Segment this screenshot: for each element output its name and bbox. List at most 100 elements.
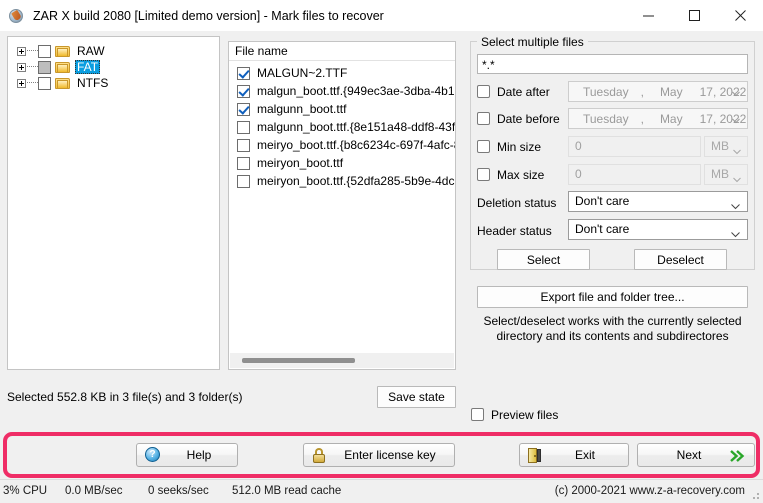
tree-item-label: NTFS — [77, 76, 109, 90]
expand-icon[interactable] — [17, 78, 26, 88]
chevron-down-icon[interactable] — [733, 171, 741, 183]
exit-button-label: Exit — [574, 448, 595, 462]
preview-files-checkbox[interactable] — [471, 408, 484, 421]
tree-item-raw[interactable]: RAW — [8, 43, 219, 59]
double-chevron-right-icon — [730, 449, 745, 463]
copyright-status: (c) 2000-2021 www.z-a-recovery.com — [554, 485, 745, 497]
enter-license-key-button[interactable]: Enter license key — [303, 443, 455, 467]
list-item[interactable]: malgunn_boot.ttf — [229, 100, 455, 118]
next-button[interactable]: Next — [637, 443, 755, 467]
tree-checkbox[interactable] — [38, 76, 51, 90]
application-window: ZAR X build 2080 [Limited demo version] … — [0, 0, 763, 503]
folder-tree: RAW FAT NTFS — [8, 37, 219, 91]
preview-files-row: Preview files — [471, 404, 558, 425]
date-after-checkbox[interactable] — [477, 85, 490, 98]
max-size-checkbox[interactable] — [477, 168, 490, 181]
scrollbar-thumb[interactable] — [242, 358, 355, 363]
status-separator — [0, 479, 763, 480]
file-name-label: meiryon_boot.ttf.{52dfa285-5b9e-4dc9-929 — [257, 174, 455, 188]
tree-item-label: RAW — [77, 44, 105, 58]
select-button[interactable]: Select — [497, 249, 590, 270]
max-size-input[interactable]: 0 — [568, 164, 701, 185]
file-list-horizontal-scrollbar[interactable] — [230, 353, 454, 368]
deletion-status-label: Deletion status — [477, 195, 557, 210]
date-after-comma: , — [640, 84, 644, 99]
save-state-button[interactable]: Save state — [377, 386, 456, 408]
file-name-label: meiryon_boot.ttf — [257, 156, 344, 170]
file-checkbox[interactable] — [237, 138, 250, 152]
date-after-month: May — [659, 84, 683, 99]
folder-tree-panel[interactable]: RAW FAT NTFS — [7, 36, 220, 370]
close-button[interactable] — [717, 0, 763, 31]
chevron-down-icon[interactable] — [732, 114, 740, 124]
min-size-input[interactable]: 0 — [568, 136, 701, 157]
tree-item-fat[interactable]: FAT — [8, 59, 219, 75]
deletion-status-row: Deletion status — [477, 192, 556, 213]
header-status-select[interactable]: Don't care — [568, 219, 748, 240]
expand-icon[interactable] — [17, 62, 26, 72]
chevron-down-icon[interactable] — [731, 226, 740, 238]
note-line-1: Select/deselect works with the currently… — [483, 314, 742, 328]
file-mask-input[interactable]: *.* — [477, 54, 748, 74]
header-status-row: Header status — [477, 220, 552, 241]
file-name-label: malgun_boot.ttf.{949ec3ae-3dba-4b16-b42 — [257, 84, 455, 98]
tree-checkbox[interactable] — [38, 60, 51, 74]
expand-icon[interactable] — [17, 46, 26, 56]
date-after-picker[interactable]: Tuesday , May 17, 2022 — [568, 81, 748, 102]
date-before-picker[interactable]: Tuesday , May 17, 2022 — [568, 108, 748, 129]
list-item[interactable]: meiryo_boot.ttf.{b8c6234c-697f-4afc-8ccd — [229, 136, 455, 154]
maximize-button[interactable] — [671, 0, 717, 31]
list-item[interactable]: MALGUN~2.TTF — [229, 64, 455, 82]
minimize-button[interactable] — [625, 0, 671, 31]
file-list-panel[interactable]: File name MALGUN~2.TTF malgun_boot.ttf.{… — [228, 41, 456, 370]
max-size-row: Max size — [477, 164, 544, 185]
chevron-down-icon[interactable] — [732, 87, 740, 97]
list-item[interactable]: malgunn_boot.ttf.{8e151a48-ddf8-43fd-b7e — [229, 118, 455, 136]
file-checkbox[interactable] — [237, 66, 250, 80]
file-name-label: meiryo_boot.ttf.{b8c6234c-697f-4afc-8ccd — [257, 138, 455, 152]
date-after-row: Date after — [477, 81, 550, 102]
tree-connector — [27, 66, 38, 68]
deselect-button[interactable]: Deselect — [634, 249, 727, 270]
folder-icon — [55, 45, 71, 58]
list-item[interactable]: meiryon_boot.ttf — [229, 154, 455, 172]
min-size-row: Min size — [477, 136, 541, 157]
tree-item-ntfs[interactable]: NTFS — [8, 75, 219, 91]
date-before-checkbox[interactable] — [477, 112, 490, 125]
select-multiple-files-title: Select multiple files — [477, 35, 588, 49]
deletion-status-select[interactable]: Don't care — [568, 191, 748, 212]
export-tree-button[interactable]: Export file and folder tree... — [477, 286, 748, 308]
selection-status-text: Selected 552.8 KB in 3 file(s) and 3 fol… — [7, 390, 243, 404]
file-checkbox[interactable] — [237, 120, 250, 134]
file-checkbox[interactable] — [237, 102, 250, 116]
folder-icon — [55, 61, 71, 74]
list-item[interactable]: meiryon_boot.ttf.{52dfa285-5b9e-4dc9-929 — [229, 172, 455, 190]
max-size-unit-select[interactable]: MB — [704, 164, 748, 185]
resize-grip[interactable] — [749, 489, 760, 500]
tree-checkbox[interactable] — [38, 44, 51, 58]
date-after-label: Date after — [497, 84, 550, 99]
help-button[interactable]: ? Help — [136, 443, 238, 467]
enter-license-key-label: Enter license key — [344, 448, 436, 462]
list-item[interactable]: malgun_boot.ttf.{949ec3ae-3dba-4b16-b42 — [229, 82, 455, 100]
min-size-label: Min size — [497, 139, 542, 154]
date-before-comma: , — [640, 111, 644, 126]
min-size-checkbox[interactable] — [477, 140, 490, 153]
file-checkbox[interactable] — [237, 84, 250, 98]
deletion-status-value: Don't care — [575, 194, 630, 208]
seeks-status: 0 seeks/sec — [148, 485, 209, 497]
file-name-label: malgunn_boot.ttf — [257, 102, 347, 116]
read-cache-status: 512.0 MB read cache — [232, 485, 342, 497]
date-before-day: Tuesday — [583, 111, 629, 126]
window-title: ZAR X build 2080 [Limited demo version] … — [33, 8, 384, 23]
date-before-month: May — [659, 111, 683, 126]
lock-icon — [312, 447, 326, 463]
title-bar: ZAR X build 2080 [Limited demo version] … — [0, 0, 763, 31]
exit-button[interactable]: Exit — [519, 443, 629, 467]
min-size-unit-select[interactable]: MB — [704, 136, 748, 157]
chevron-down-icon[interactable] — [731, 198, 740, 210]
file-checkbox[interactable] — [237, 174, 250, 188]
file-checkbox[interactable] — [237, 156, 250, 170]
note-line-2: directory and its contents and subdirect… — [496, 329, 729, 343]
chevron-down-icon[interactable] — [733, 143, 741, 155]
